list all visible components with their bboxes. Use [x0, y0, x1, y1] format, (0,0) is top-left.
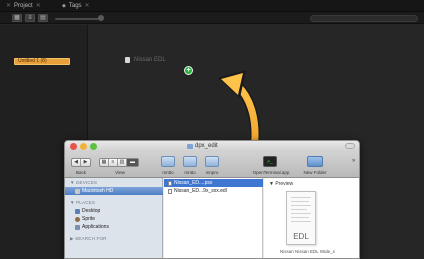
back-arrow-icon[interactable]: ◀ [72, 159, 81, 166]
finder-title-bar[interactable]: dpx_edit [65, 141, 359, 152]
devices-header[interactable]: ▼ DEVICES [70, 180, 97, 185]
preview-doc-text: EDL [293, 232, 309, 241]
file-name: Nissan_ED...9x_sxx.edl [174, 188, 227, 194]
folder-icon [187, 143, 193, 149]
finder-sidebar: ▼ DEVICES Macintosh HD ▼ PLACES Desktop … [65, 178, 163, 258]
minimize-window-button[interactable] [80, 143, 87, 150]
new-folder-label: New Folder [303, 170, 327, 175]
sidebar-item-macintosh-hd[interactable]: Macintosh HD [65, 187, 163, 195]
toolbar-toggle-button[interactable] [345, 143, 355, 149]
terminal-icon[interactable]: >_ [263, 156, 277, 167]
applications-icon [75, 224, 80, 230]
places-header[interactable]: ▼ PLACES [70, 200, 95, 205]
file-icon [168, 188, 172, 194]
sidebar-item-applications[interactable]: Applications [65, 223, 163, 231]
device-icon[interactable] [205, 156, 219, 167]
column-view-icon[interactable]: ▥ [118, 159, 127, 166]
view-mode-control[interactable]: ▦ ≡ ▥ ▬ [99, 158, 139, 167]
sidebar-item-label: Macintosh HD [82, 188, 114, 194]
sidebar-item-label: Desktop [82, 208, 101, 214]
device-label: mnpro [205, 170, 219, 175]
preview-caption: Nissan Nissan EDL Wide_s [280, 249, 335, 254]
file-name: Nissan_ED....psx [174, 180, 213, 186]
edl-document-icon: EDL [286, 191, 316, 245]
app-window: ✕ Project ✕ ◆ Tags ✕ ▦ ≡ ▤ Untitled 1 (8… [0, 0, 424, 259]
file-icon [168, 180, 172, 186]
terminal-label: OpenTerminal.app [252, 170, 290, 175]
sidebar-item-sprite[interactable]: Sprite [65, 215, 163, 223]
file-column: Nissan_ED....psx Nissan_ED...9x_sxx.edl [164, 178, 263, 258]
forward-arrow-icon[interactable]: ▶ [81, 159, 90, 166]
view-label: View [115, 170, 125, 175]
close-window-button[interactable] [70, 143, 77, 150]
search-for-header[interactable]: ▶ SEARCH FOR [70, 236, 107, 242]
hard-drive-icon [75, 188, 80, 194]
device-icon[interactable] [183, 156, 197, 167]
sidebar-item-label: Applications [82, 224, 109, 230]
preview-title[interactable]: ▼ Preview [269, 181, 293, 187]
new-folder-icon[interactable] [307, 156, 323, 167]
preview-pane: ▼ Preview EDL Nissan Nissan EDL Wide_s [264, 178, 359, 258]
back-label: Back [75, 170, 86, 175]
finder-window: dpx_edit ◀ ▶ Back ▦ ≡ ▥ ▬ View mntto mnt… [64, 140, 360, 259]
window-title-text: dpx_edit [195, 143, 218, 149]
desktop-icon [75, 208, 80, 214]
window-title: dpx_edit [187, 143, 218, 149]
more-chevron-icon[interactable]: » [352, 158, 355, 164]
home-icon [75, 216, 80, 222]
coverflow-view-icon[interactable]: ▬ [127, 159, 138, 166]
zoom-window-button[interactable] [90, 143, 97, 150]
file-item[interactable]: Nissan_ED...9x_sxx.edl [164, 187, 263, 195]
sidebar-item-desktop[interactable]: Desktop [65, 207, 163, 215]
file-item[interactable]: Nissan_ED....psx [164, 179, 263, 187]
device-icon[interactable] [161, 156, 175, 167]
icon-view-icon[interactable]: ▦ [100, 159, 109, 166]
finder-toolbar: ◀ ▶ Back ▦ ≡ ▥ ▬ View mntto mntto mnpro … [65, 152, 359, 178]
sidebar-item-label: Sprite [82, 216, 96, 222]
back-forward-control[interactable]: ◀ ▶ [71, 158, 91, 167]
list-view-icon[interactable]: ≡ [109, 159, 118, 166]
